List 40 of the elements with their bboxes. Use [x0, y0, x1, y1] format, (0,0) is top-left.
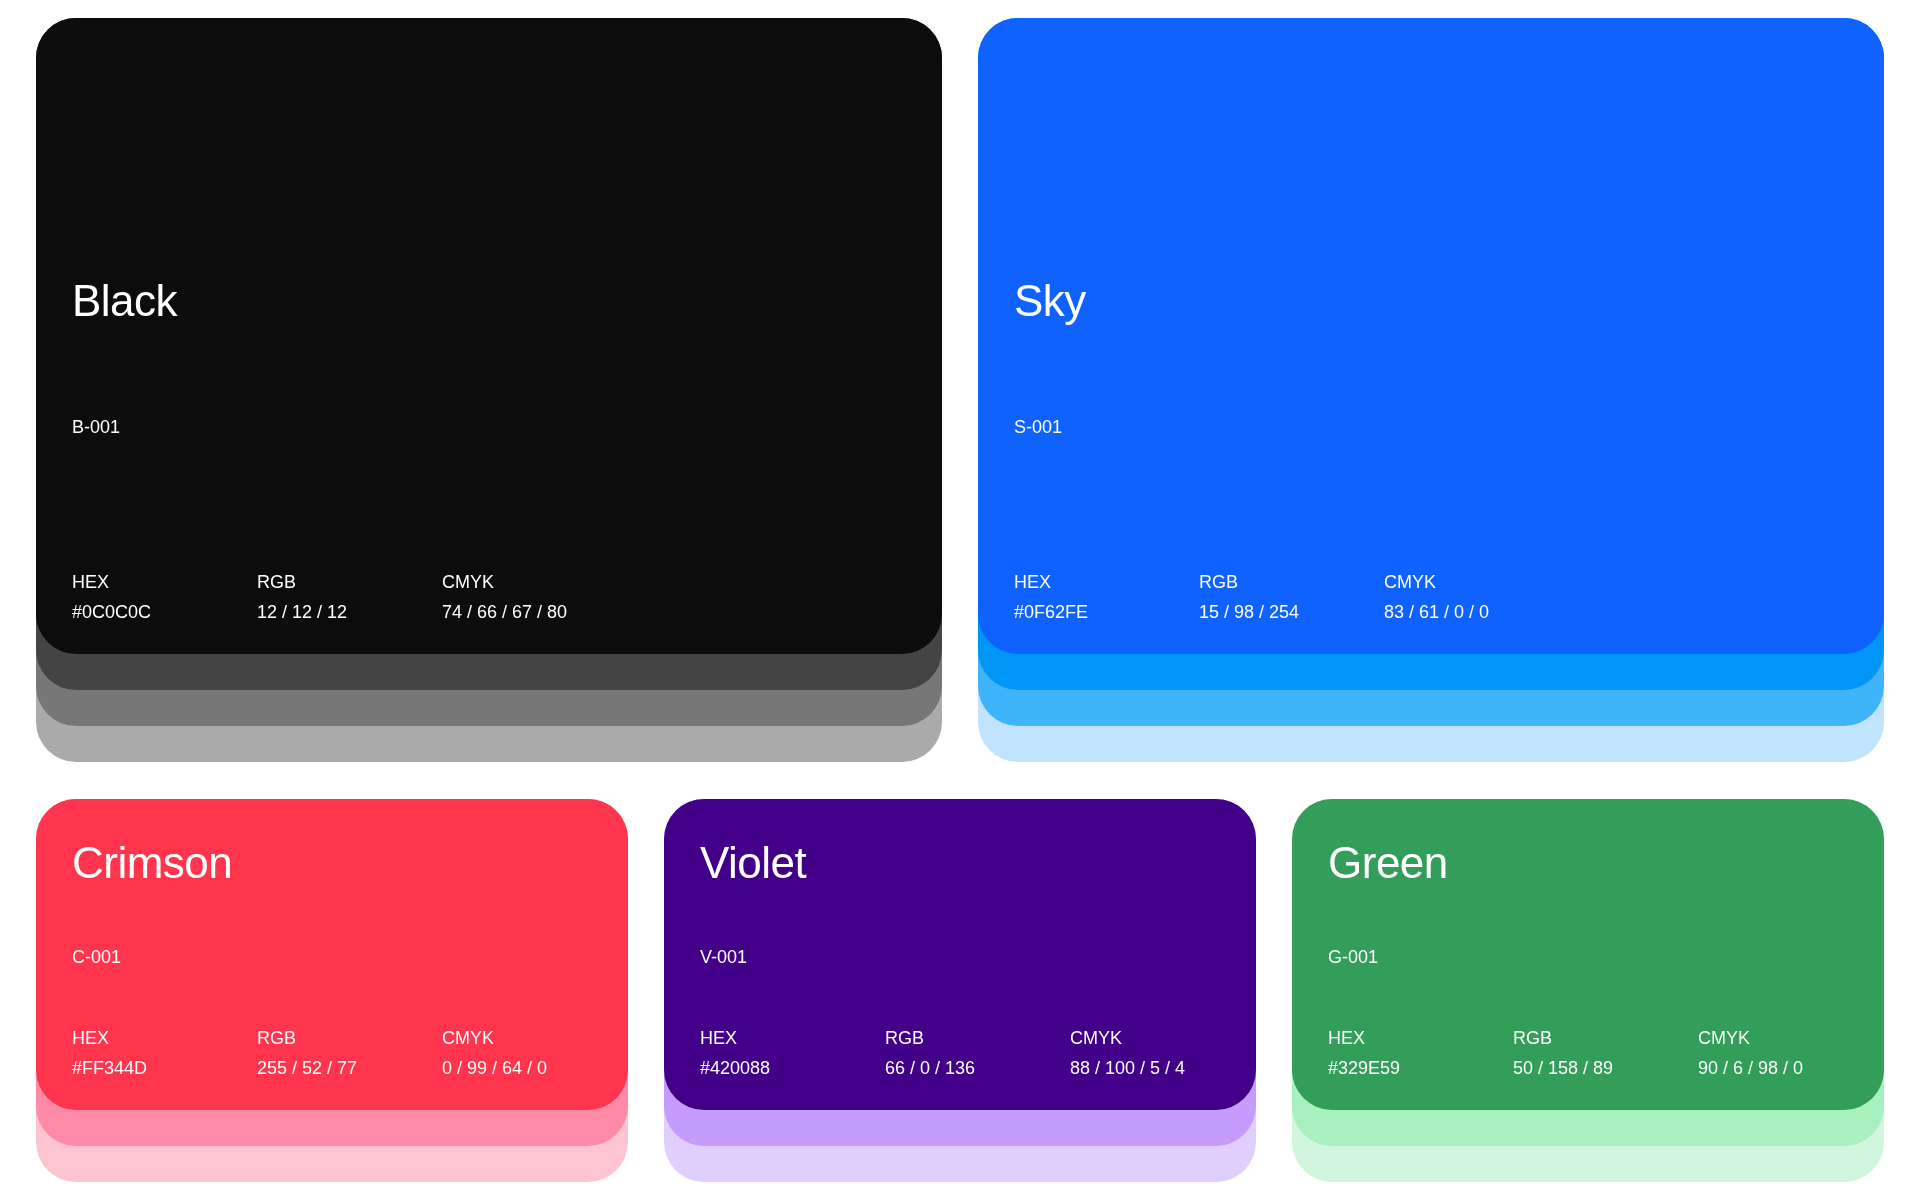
spec-label: HEX — [72, 1027, 109, 1049]
swatch-name: Crimson — [72, 839, 233, 887]
spec-label: HEX — [1014, 571, 1051, 593]
spec-label: RGB — [1199, 571, 1238, 593]
spec-value: 255 / 52 / 77 — [257, 1057, 358, 1079]
spec-value: 12 / 12 / 12 — [257, 601, 348, 623]
spec-value: #0F62FE — [1014, 601, 1089, 623]
spec-label: CMYK — [1384, 571, 1436, 593]
swatch-code: V-001 — [700, 946, 748, 968]
spec-label: RGB — [257, 1027, 296, 1049]
swatch-code: B-001 — [72, 416, 121, 438]
spec-label: CMYK — [442, 1027, 494, 1049]
swatch-name: Sky — [1014, 277, 1086, 325]
spec-value: #420088 — [700, 1057, 771, 1079]
spec-value: 66 / 0 / 136 — [885, 1057, 976, 1079]
swatch-name: Green — [1328, 839, 1448, 887]
spec-value: 15 / 98 / 254 — [1199, 601, 1300, 623]
spec-label: HEX — [1328, 1027, 1365, 1049]
spec-label: RGB — [1513, 1027, 1552, 1049]
swatch-code: C-001 — [72, 946, 122, 968]
spec-label: CMYK — [1070, 1027, 1122, 1049]
swatch-code: S-001 — [1014, 416, 1063, 438]
spec-value: 90 / 6 / 98 / 0 — [1698, 1057, 1804, 1079]
spec-label: CMYK — [442, 571, 494, 593]
spec-label: HEX — [72, 571, 109, 593]
spec-label: HEX — [700, 1027, 737, 1049]
spec-value: 50 / 158 / 89 — [1513, 1057, 1614, 1079]
spec-value: #FF344D — [72, 1057, 148, 1079]
spec-label: CMYK — [1698, 1027, 1750, 1049]
spec-label: RGB — [885, 1027, 924, 1049]
spec-value: 88 / 100 / 5 / 4 — [1070, 1057, 1186, 1079]
swatch-code: G-001 — [1328, 946, 1379, 968]
swatch-name: Black — [72, 277, 178, 325]
swatch-name: Violet — [700, 839, 807, 887]
spec-label: RGB — [257, 571, 296, 593]
spec-value: #329E59 — [1328, 1057, 1401, 1079]
spec-value: 83 / 61 / 0 / 0 — [1384, 601, 1490, 623]
spec-value: 74 / 66 / 67 / 80 — [442, 601, 568, 623]
spec-value: 0 / 99 / 64 / 0 — [442, 1057, 548, 1079]
spec-value: #0C0C0C — [72, 601, 152, 623]
